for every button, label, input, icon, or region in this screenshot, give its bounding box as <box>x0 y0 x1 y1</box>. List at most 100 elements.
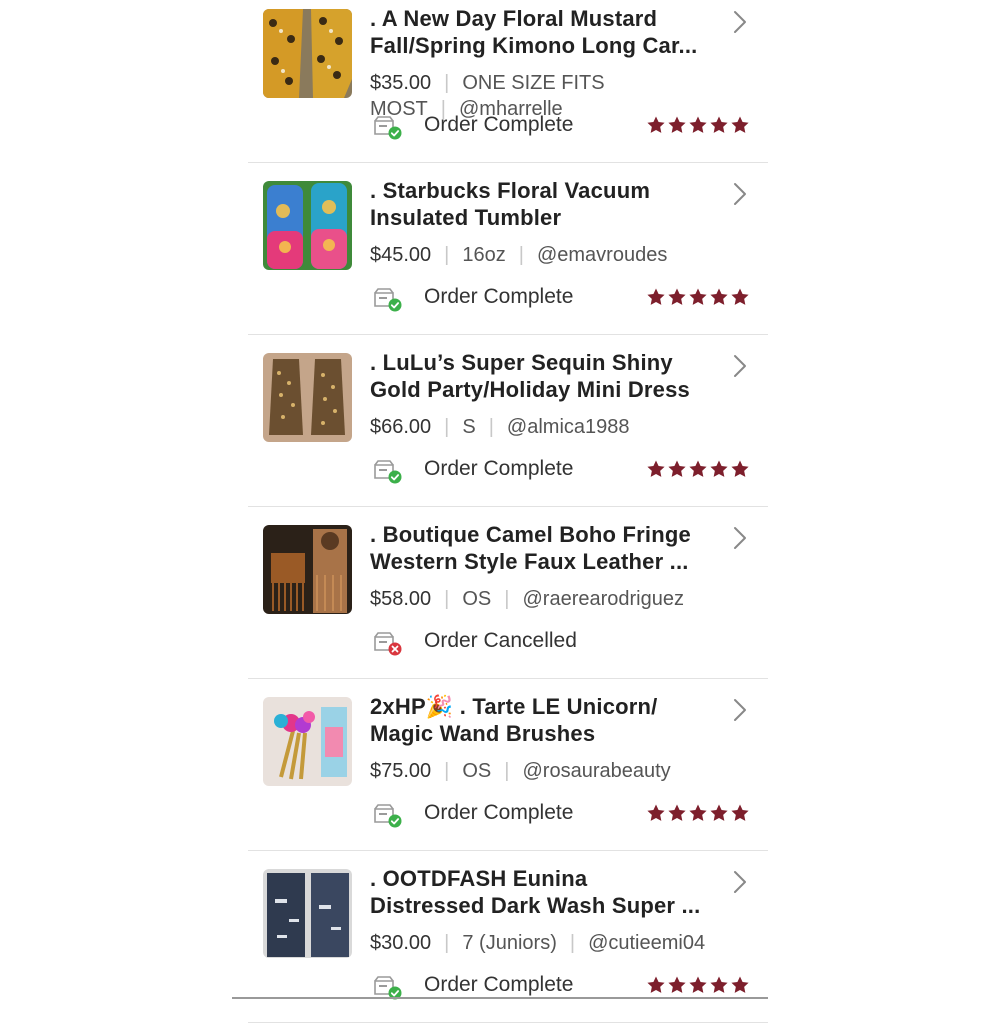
product-thumbnail[interactable] <box>263 9 352 98</box>
star-icon <box>647 460 665 477</box>
order-title-line-1: . A New Day Floral Mustard <box>370 6 658 31</box>
chevron-right-icon[interactable] <box>732 697 748 723</box>
order-list-item[interactable]: 2xHP🎉 . Tarte LE Unicorn/ Magic Wand Bru… <box>248 679 768 851</box>
meta-divider: | <box>569 932 576 954</box>
bottom-divider <box>232 997 768 999</box>
order-status-text: Order Complete <box>424 801 574 824</box>
order-list: . A New Day Floral Mustard Fall/Spring K… <box>248 0 768 1023</box>
meta-divider: | <box>518 244 524 266</box>
seller-username[interactable]: @cutieemi04 <box>588 932 705 954</box>
order-title[interactable]: . OOTDFASH Eunina Distressed Dark Wash S… <box>370 865 710 919</box>
order-meta: $58.00 | OS | @raerearodriguez <box>370 586 760 612</box>
order-meta: $45.00 | 16oz | @emavroudes <box>370 242 760 268</box>
meta-divider: | <box>444 588 450 610</box>
star-icon <box>647 116 665 133</box>
star-icon <box>710 288 728 305</box>
chevron-right-icon[interactable] <box>732 869 748 895</box>
star-icon <box>668 116 686 133</box>
product-thumbnail[interactable] <box>263 697 352 786</box>
star-icon <box>710 804 728 821</box>
order-status-text: Order Complete <box>424 285 574 308</box>
order-price: $45.00 <box>370 244 432 266</box>
order-list-item[interactable]: . Starbucks Floral Vacuum Insulated Tumb… <box>248 163 768 335</box>
order-size: 16oz <box>462 244 506 266</box>
star-icon <box>647 804 665 821</box>
order-size: OS <box>462 760 492 782</box>
star-icon <box>647 976 665 993</box>
order-title-line-2: Western Style Faux Leather ... <box>370 549 689 574</box>
order-title[interactable]: . Starbucks Floral Vacuum Insulated Tumb… <box>370 177 710 231</box>
meta-divider: | <box>444 244 450 266</box>
order-title-line-2: Gold Party/Holiday Mini Dress <box>370 377 690 402</box>
rating-stars <box>646 115 750 137</box>
star-icon <box>689 976 707 993</box>
order-title-line-1: . OOTDFASH Eunina <box>370 866 588 891</box>
order-status-text: Order Complete <box>424 113 574 136</box>
order-status-text: Order Complete <box>424 457 574 480</box>
star-icon <box>710 116 728 133</box>
order-size: OS <box>462 588 492 610</box>
rating-stars <box>646 459 750 481</box>
star-icon <box>710 976 728 993</box>
seller-username[interactable]: @raerearodriguez <box>522 588 684 610</box>
order-title[interactable]: . Boutique Camel Boho Fringe Western Sty… <box>370 521 710 575</box>
star-icon <box>731 288 749 305</box>
order-title[interactable]: . A New Day Floral Mustard Fall/Spring K… <box>370 5 710 59</box>
product-thumbnail[interactable] <box>263 181 352 270</box>
order-title-line-1: . Boutique Camel Boho Fringe <box>370 522 691 547</box>
star-icon <box>731 460 749 477</box>
order-list-item[interactable]: . Boutique Camel Boho Fringe Western Sty… <box>248 507 768 679</box>
meta-divider: | <box>504 588 510 610</box>
meta-divider: | <box>444 416 450 438</box>
product-thumbnail[interactable] <box>263 525 352 614</box>
chevron-right-icon[interactable] <box>732 525 748 551</box>
order-list-item[interactable]: . A New Day Floral Mustard Fall/Spring K… <box>248 0 768 163</box>
seller-username[interactable]: @rosaurabeauty <box>522 760 670 782</box>
order-meta: $66.00 | S | @almica1988 <box>370 414 760 440</box>
star-icon <box>710 460 728 477</box>
rating-stars <box>646 975 750 997</box>
star-icon <box>668 804 686 821</box>
order-title-line-2: Insulated Tumbler <box>370 205 562 230</box>
order-list-item[interactable]: . LuLu’s Super Sequin Shiny Gold Party/H… <box>248 335 768 507</box>
star-icon <box>731 976 749 993</box>
star-icon <box>647 288 665 305</box>
order-meta: $30.00 | 7 (Juniors) | @cutieemi04 <box>370 930 760 956</box>
star-icon <box>689 288 707 305</box>
order-title-line-2: Magic Wand Brushes <box>370 721 596 746</box>
order-title-line-1: . Starbucks Floral Vacuum <box>370 178 651 203</box>
star-icon <box>689 804 707 821</box>
order-size: 7 (Juniors) <box>462 932 557 954</box>
rating-stars <box>646 287 750 309</box>
star-icon <box>668 460 686 477</box>
meta-divider: | <box>504 760 510 782</box>
star-icon <box>689 460 707 477</box>
order-price: $58.00 <box>370 588 432 610</box>
order-status-text: Order Complete <box>424 973 574 996</box>
order-title-line-1: . LuLu’s Super Sequin Shiny <box>370 350 673 375</box>
seller-username[interactable]: @almica1988 <box>507 416 630 438</box>
chevron-right-icon[interactable] <box>732 353 748 379</box>
order-price: $35.00 <box>370 72 432 94</box>
order-title[interactable]: . LuLu’s Super Sequin Shiny Gold Party/H… <box>370 349 710 403</box>
order-price: $66.00 <box>370 416 432 438</box>
order-price: $75.00 <box>370 760 432 782</box>
order-title[interactable]: 2xHP🎉 . Tarte LE Unicorn/ Magic Wand Bru… <box>370 693 710 747</box>
chevron-right-icon[interactable] <box>732 181 748 207</box>
order-title-line-2: Fall/Spring Kimono Long Car... <box>370 33 698 58</box>
star-icon <box>668 976 686 993</box>
meta-divider: | <box>488 416 494 438</box>
product-thumbnail[interactable] <box>263 869 352 958</box>
star-icon <box>731 116 749 133</box>
order-status-text: Order Cancelled <box>424 629 577 652</box>
chevron-right-icon[interactable] <box>732 9 748 35</box>
meta-divider: | <box>444 72 450 94</box>
order-price: $30.00 <box>370 932 432 954</box>
meta-divider: | <box>444 932 450 954</box>
product-thumbnail[interactable] <box>263 353 352 442</box>
order-size: S <box>462 416 476 438</box>
order-title-line-2: Distressed Dark Wash Super ... <box>370 893 701 918</box>
seller-username[interactable]: @emavroudes <box>537 244 667 266</box>
star-icon <box>731 804 749 821</box>
order-title-line-1: 2xHP🎉 . Tarte LE Unicorn/ <box>370 694 658 719</box>
